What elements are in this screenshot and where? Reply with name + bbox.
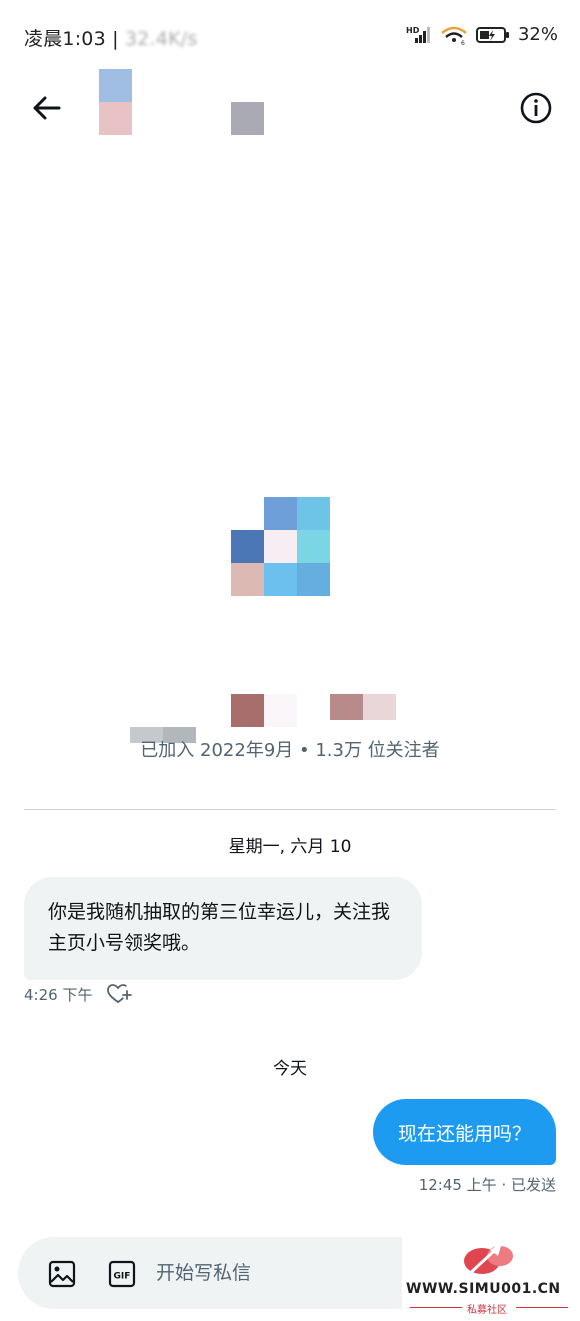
status-bar: 凌晨1:03 | 32.4K/s HD 6 32% (0, 0, 580, 72)
add-reaction-icon[interactable] (106, 983, 133, 1005)
arrow-left-icon (33, 96, 61, 120)
back-button[interactable] (26, 90, 66, 126)
svg-text:GIF: GIF (114, 1272, 131, 1282)
info-circle-icon (520, 92, 552, 124)
outgoing-message-status: 12:45 上午 · 已发送 (418, 1176, 556, 1194)
message-input[interactable] (156, 1257, 396, 1289)
image-icon (48, 1260, 76, 1288)
watermark-rule-right (516, 1307, 568, 1308)
cellular-signal-icon: HD (406, 26, 430, 43)
divider (24, 809, 556, 810)
profile-meta: 已加入 2022年9月 • 1.3万 位关注者 (140, 740, 440, 761)
date-separator-today: 今天 (273, 1059, 307, 1079)
add-image-button[interactable] (48, 1260, 76, 1288)
watermark-logo-icon (464, 1243, 513, 1279)
incoming-message-meta: 4:26 下午 (24, 983, 133, 1005)
battery-percent: 32% (517, 24, 558, 45)
status-time: 凌晨1:03 | 32.4K/s (24, 28, 198, 50)
info-button[interactable] (518, 90, 554, 126)
header-name-redacted (231, 102, 264, 135)
outgoing-message-bubble[interactable]: 现在还能用吗？ (372, 1099, 556, 1165)
conversation-header (0, 69, 580, 144)
add-gif-button[interactable]: GIF (108, 1260, 136, 1288)
svg-text:6: 6 (461, 40, 465, 45)
incoming-message-time: 4:26 下午 (24, 985, 93, 1004)
svg-text:HD: HD (406, 26, 420, 35)
watermark-text: WWW.SIMU001.CN (406, 1281, 561, 1297)
network-speed: 32.4K/s (124, 28, 198, 50)
gif-icon: GIF (108, 1260, 136, 1288)
status-icons: HD 6 32% (406, 24, 558, 45)
wifi-icon: 6 (441, 26, 467, 45)
watermark-subtext: 私募社区 (467, 1305, 507, 1316)
header-avatar-redacted (99, 69, 133, 135)
battery-icon (475, 26, 509, 43)
profile-avatar-redacted (231, 497, 330, 596)
watermark: WWW.SIMU001.CN 私募社区 (402, 1237, 580, 1321)
incoming-message-bubble[interactable]: 你是我随机抽取的第三位幸运儿，关注我主页小号领奖哦。 (24, 877, 422, 980)
date-separator: 星期一, 六月 10 (228, 837, 352, 857)
